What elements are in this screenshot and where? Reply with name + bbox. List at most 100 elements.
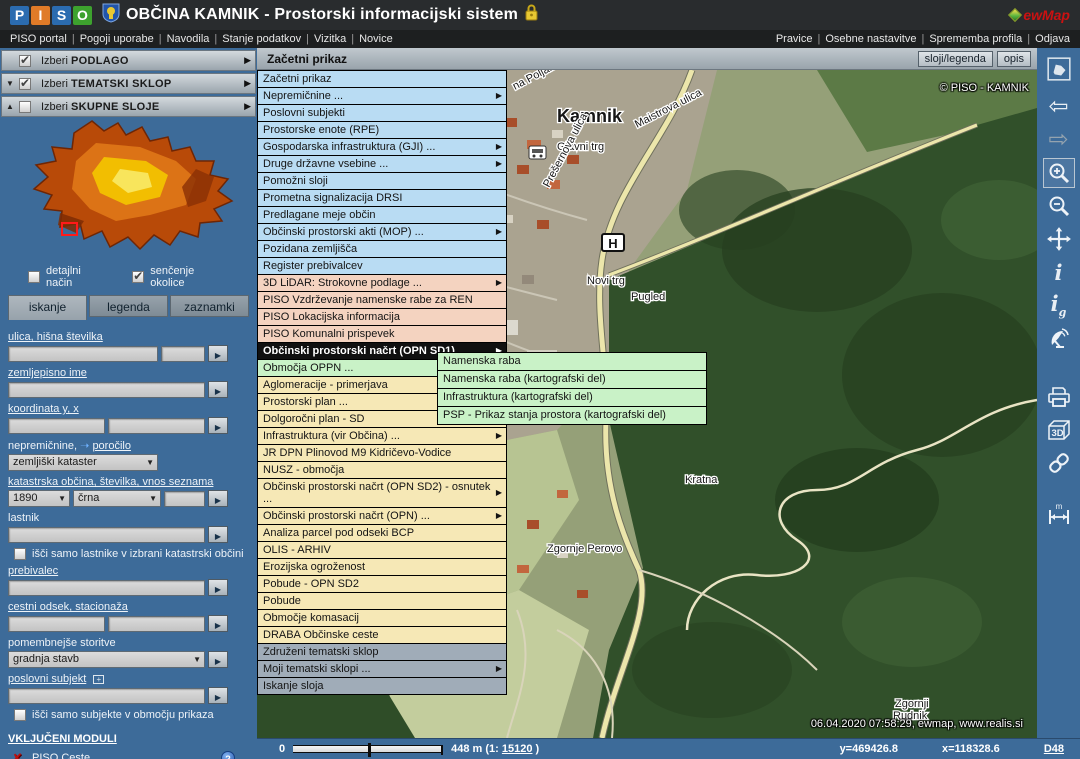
help-button[interactable]: ?: [221, 751, 235, 759]
storitve-select[interactable]: gradnja stavb: [8, 651, 205, 668]
accordion-checkbox[interactable]: [19, 55, 31, 67]
3d-view-button[interactable]: 3D: [1043, 415, 1075, 445]
submenu-item[interactable]: Infrastruktura (kartografski del): [437, 388, 707, 407]
gps-button[interactable]: [1043, 323, 1075, 353]
menu-item[interactable]: Gospodarska infrastruktura (GJI) ...▶: [257, 138, 507, 156]
poslovni-go-button[interactable]: [208, 687, 228, 704]
menu-item[interactable]: Pobude: [257, 592, 507, 610]
menu-item[interactable]: Infrastruktura (vir Občina) ...▶: [257, 427, 507, 445]
porocilo-link[interactable]: poročilo: [92, 440, 131, 452]
accordion-checkbox[interactable]: [19, 78, 31, 90]
cestni-go-button[interactable]: [208, 615, 228, 632]
menu-item[interactable]: Prostorske enote (RPE): [257, 121, 507, 139]
parcela-input[interactable]: [164, 491, 205, 507]
menu-item[interactable]: Iskanje sloja: [257, 677, 507, 695]
detajlni-checkbox[interactable]: [28, 271, 40, 283]
poslovni-input[interactable]: [8, 688, 205, 704]
menu-item[interactable]: Predlagane meje občin: [257, 206, 507, 224]
menu-item[interactable]: Območje komasacij: [257, 609, 507, 627]
lastnik-checkbox[interactable]: [14, 548, 26, 560]
expand-arrow-icon[interactable]: ▶: [244, 78, 251, 89]
menu-item[interactable]: OLIS - ARHIV: [257, 541, 507, 559]
nav-link[interactable]: Osebne nastavitve: [825, 33, 916, 45]
menu-item[interactable]: Erozijska ogroženost: [257, 558, 507, 576]
zemljepisno-go-button[interactable]: [208, 381, 228, 398]
zemljepisno-input[interactable]: [8, 382, 205, 398]
full-extent-button[interactable]: [1043, 54, 1075, 84]
menu-item[interactable]: Občinski prostorski načrt (OPN) ...▶: [257, 507, 507, 525]
nav-link[interactable]: Novice: [359, 33, 393, 45]
identify-group-button[interactable]: ig: [1043, 290, 1075, 320]
menu-item[interactable]: Analiza parcel pod odseki BCP: [257, 524, 507, 542]
accordion-tematski-sklop[interactable]: ▼Izberi TEMATSKI SKLOP▶: [1, 73, 256, 94]
cestni-label[interactable]: cestni odsek, stacionaža: [8, 601, 249, 613]
menu-item[interactable]: Nepremičnine ...▶: [257, 87, 507, 105]
koordinata-label[interactable]: koordinata y, x: [8, 403, 249, 415]
parcela-go-button[interactable]: [208, 490, 228, 507]
nav-link[interactable]: Navodila: [167, 33, 210, 45]
ko-name-select[interactable]: črna: [73, 490, 161, 507]
back-button[interactable]: ⇦: [1043, 92, 1075, 122]
share-link-button[interactable]: [1043, 448, 1075, 478]
menu-item[interactable]: Pozidana zemljišča: [257, 240, 507, 258]
cestni-odsek-input[interactable]: [8, 616, 105, 632]
menu-item[interactable]: Začetni prikaz: [257, 70, 507, 88]
nav-link[interactable]: PISO portal: [10, 33, 67, 45]
sloji-legenda-button[interactable]: sloji/legenda: [918, 51, 993, 67]
measure-button[interactable]: m: [1043, 499, 1075, 529]
katastrska-label[interactable]: katastrska občina, številka, vnos seznam…: [8, 476, 249, 488]
zemljepisno-label[interactable]: zemljepisno ime: [8, 367, 249, 379]
forward-button[interactable]: ⇨: [1043, 125, 1075, 155]
lastnik-input[interactable]: [8, 527, 205, 543]
tab-zaznamki[interactable]: zaznamki: [170, 295, 249, 317]
menu-item[interactable]: Občinski prostorski akti (MOP) ...▶: [257, 223, 507, 241]
menu-item[interactable]: NUSZ - območja: [257, 461, 507, 479]
print-button[interactable]: [1043, 382, 1075, 412]
menu-item[interactable]: Pobude - OPN SD2: [257, 575, 507, 593]
ulica-label[interactable]: ulica, hišna številka: [8, 331, 249, 343]
ulica-go-button[interactable]: [208, 345, 228, 362]
menu-item[interactable]: Občinski prostorski načrt (OPN SD2) - os…: [257, 478, 507, 508]
menu-item[interactable]: JR DPN Plinovod M9 Kidričevo-Vodice: [257, 444, 507, 462]
tab-legenda[interactable]: legenda: [89, 295, 168, 317]
expand-arrow-icon[interactable]: ▶: [244, 55, 251, 66]
menu-item[interactable]: PISO Lokacijska informacija: [257, 308, 507, 326]
prebivalec-go-button[interactable]: [208, 579, 228, 596]
stacionaza-input[interactable]: [108, 616, 205, 632]
nav-link[interactable]: Sprememba profila: [929, 33, 1022, 45]
zoom-out-button[interactable]: [1043, 191, 1075, 221]
menu-item[interactable]: Druge državne vsebine ...▶: [257, 155, 507, 173]
menu-item[interactable]: PISO Vzdrževanje namenske rabe za REN: [257, 291, 507, 309]
accordion-skupne-sloje[interactable]: ▲Izberi SKUPNE SLOJE▶: [1, 96, 256, 117]
tab-iskanje[interactable]: iskanje: [8, 295, 87, 320]
hisna-input[interactable]: [161, 346, 205, 362]
nav-link[interactable]: Pogoji uporabe: [80, 33, 154, 45]
menu-item[interactable]: 3D LiDAR: Strokovne podlage ...▶: [257, 274, 507, 292]
menu-item[interactable]: DRABA Občinske ceste: [257, 626, 507, 644]
collapse-icon[interactable]: ▲: [6, 102, 19, 111]
submenu-item[interactable]: PSP - Prikaz stanja prostora (kartografs…: [437, 406, 707, 425]
ko-number-select[interactable]: 1890: [8, 490, 70, 507]
menu-item[interactable]: Prometna signalizacija DRSI: [257, 189, 507, 207]
pan-button[interactable]: [1043, 224, 1075, 254]
storitve-go-button[interactable]: [208, 651, 228, 668]
kataster-select[interactable]: zemljiški kataster: [8, 454, 158, 471]
menu-item[interactable]: Pomožni sloji: [257, 172, 507, 190]
menu-item[interactable]: Združeni tematski sklop: [257, 643, 507, 661]
sencenje-checkbox[interactable]: [132, 271, 144, 283]
accordion-checkbox[interactable]: [19, 101, 31, 113]
lastnik-go-button[interactable]: [208, 526, 228, 543]
menu-item[interactable]: Moji tematski sklopi ...▶: [257, 660, 507, 678]
submenu-item[interactable]: Namenska raba (kartografski del): [437, 370, 707, 389]
menu-item[interactable]: PISO Komunalni prispevek: [257, 325, 507, 343]
identify-button[interactable]: i: [1043, 257, 1075, 287]
nav-link[interactable]: Stanje podatkov: [222, 33, 301, 45]
expand-info-icon[interactable]: +: [93, 675, 104, 684]
koordinata-go-button[interactable]: [208, 417, 228, 434]
nav-link[interactable]: Vizitka: [314, 33, 346, 45]
submenu-item[interactable]: Namenska raba: [437, 352, 707, 371]
zoom-in-button[interactable]: [1043, 158, 1075, 188]
datum-link[interactable]: D48: [1044, 743, 1064, 755]
menu-item[interactable]: Poslovni subjekti: [257, 104, 507, 122]
prebivalec-label[interactable]: prebivalec: [8, 565, 249, 577]
